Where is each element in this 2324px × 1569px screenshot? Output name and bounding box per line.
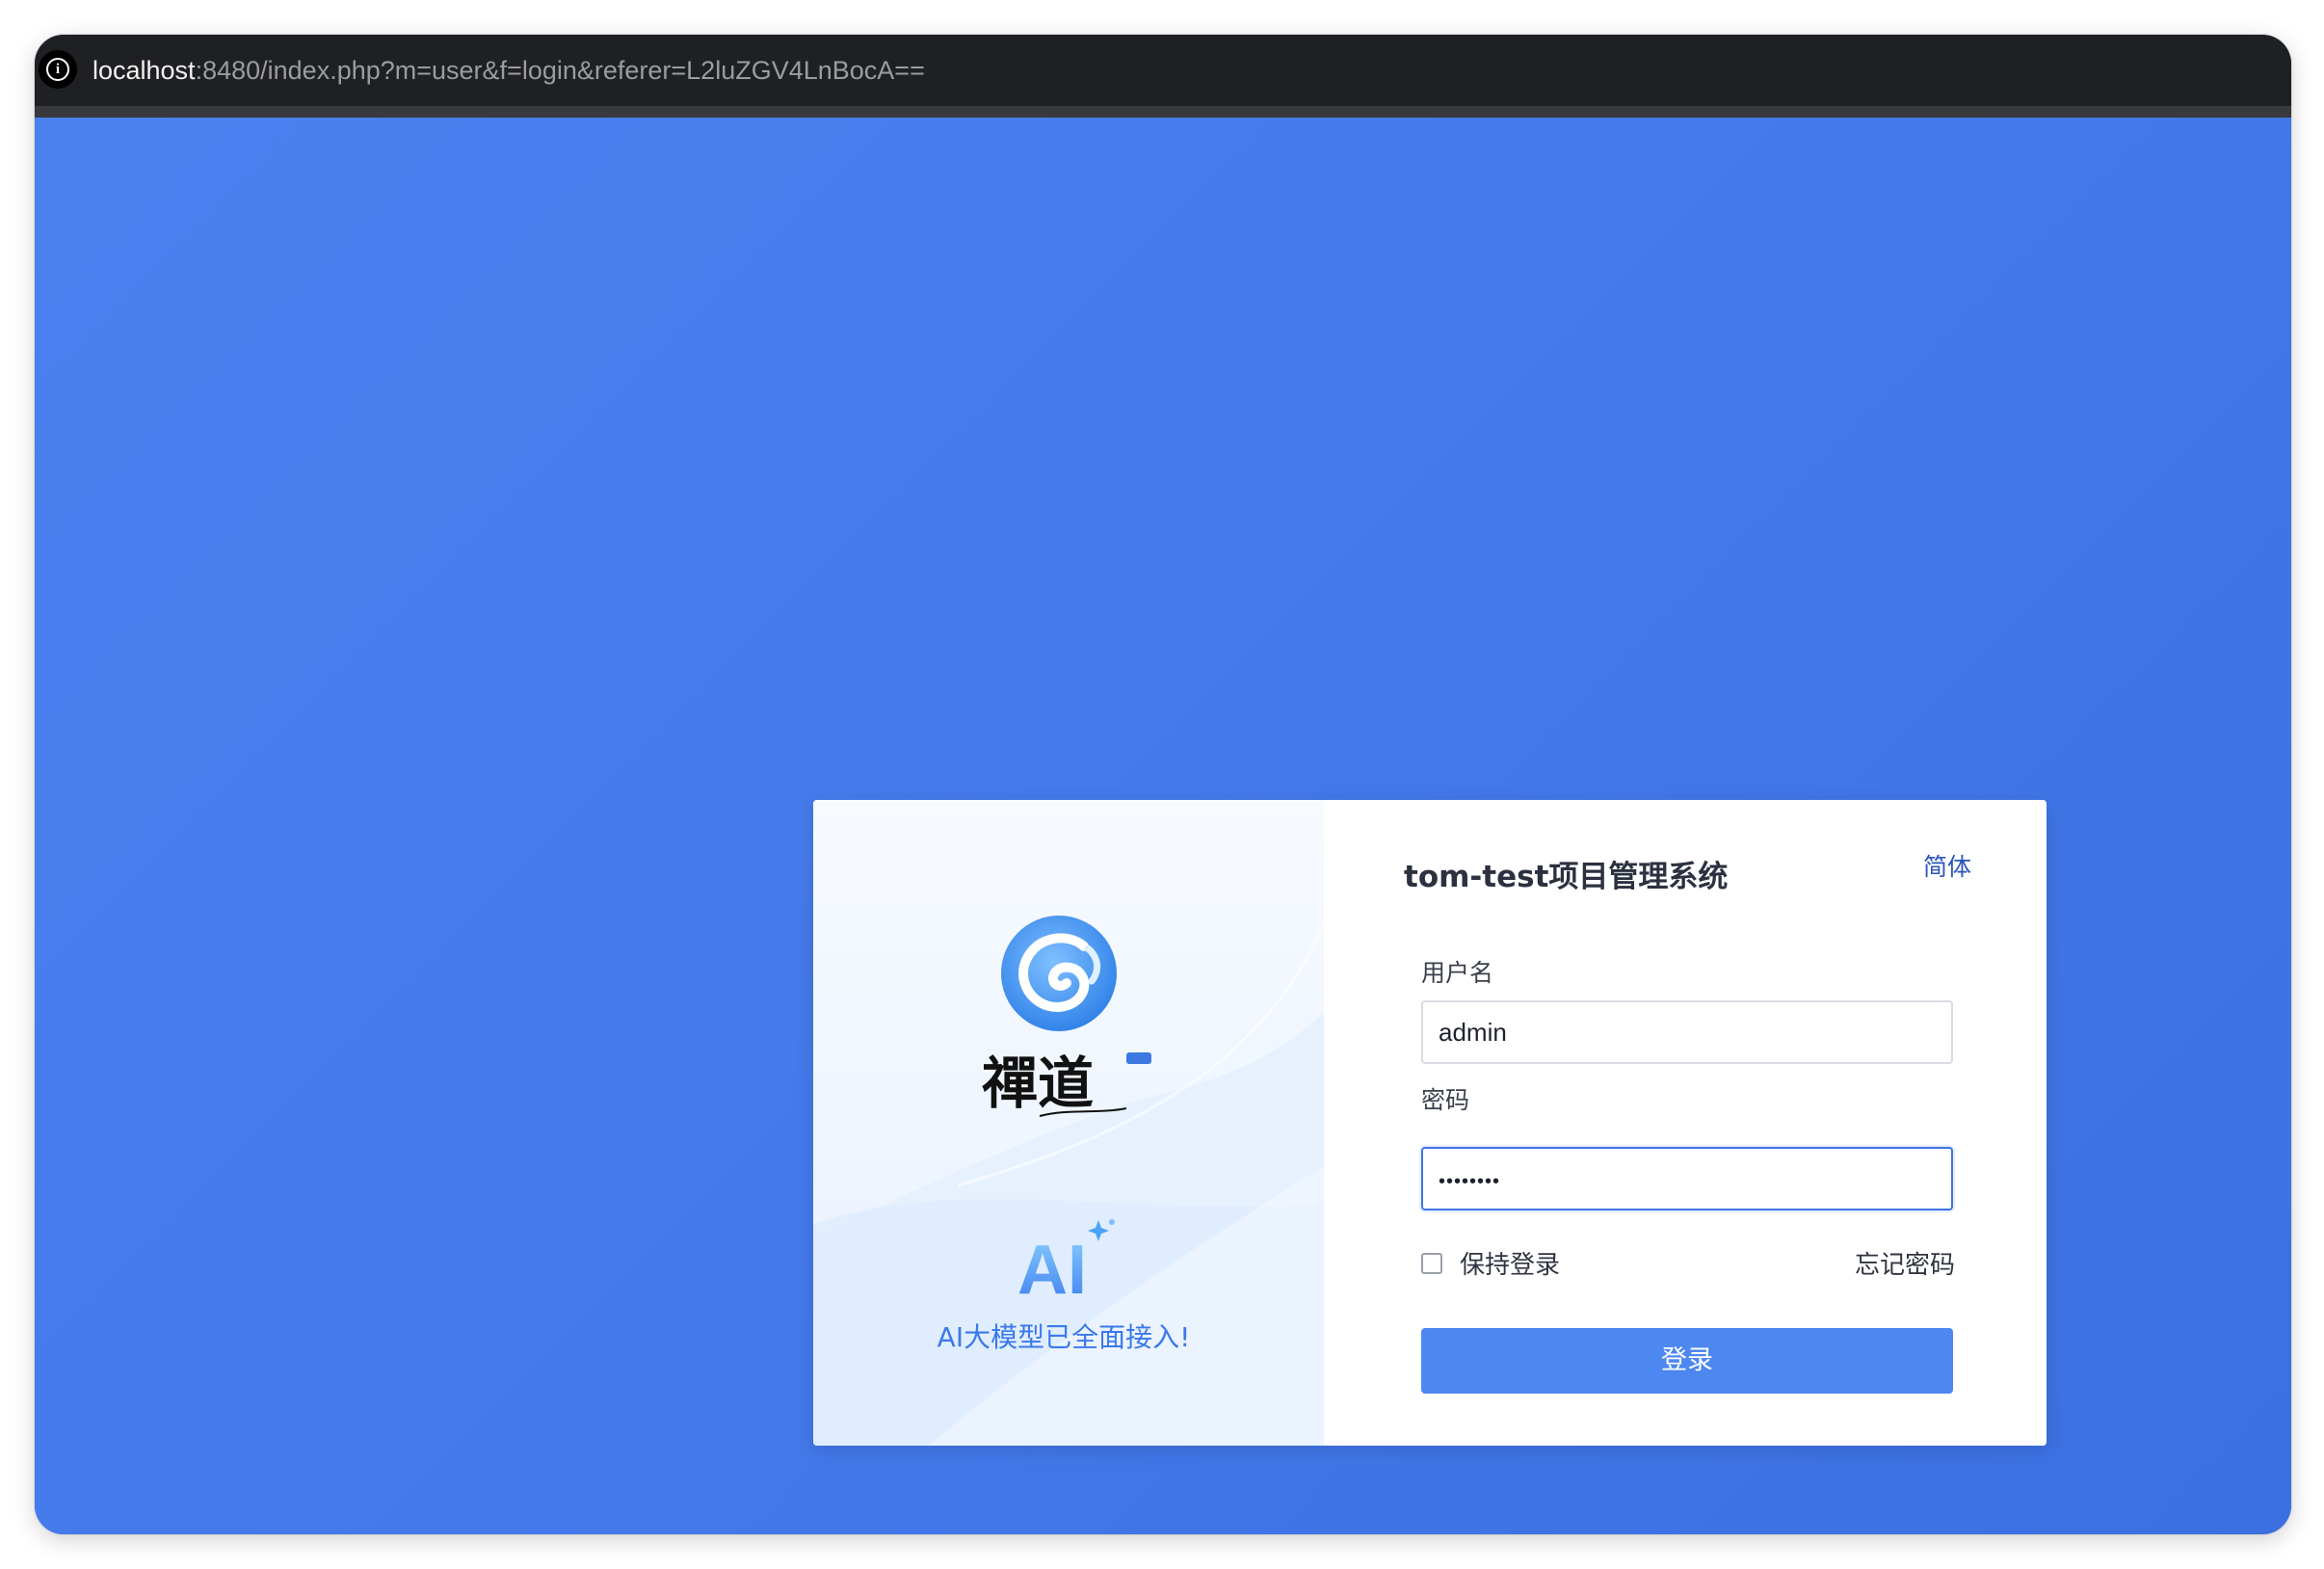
ai-tagline: AI大模型已全面接入! <box>937 1321 1191 1353</box>
remember-label: 保持登录 <box>1460 1251 1561 1280</box>
login-button[interactable]: 登录 <box>1421 1328 1953 1394</box>
svg-text:禪道: 禪道 <box>982 1050 1094 1116</box>
remember-checkbox[interactable] <box>1421 1252 1442 1274</box>
browser-window: i localhost:8480/index.php?m=user&f=logi… <box>35 35 2291 1534</box>
url-host: localhost <box>92 56 196 85</box>
info-glyph: i <box>46 58 69 81</box>
password-value: •••••••• <box>1439 1171 1501 1192</box>
svg-text:AI: AI <box>1017 1232 1087 1301</box>
system-title: tom-test项目管理系统 <box>1404 860 1729 894</box>
username-label: 用户名 <box>1421 959 1494 987</box>
remember-login-toggle[interactable]: 保持登录 <box>1421 1245 1560 1281</box>
toolbar-divider <box>35 106 2291 118</box>
forgot-password-link[interactable]: 忘记密码 <box>1855 1245 1955 1281</box>
login-card: 禪道 AI AI大模型已全面接入! tom-test项目管理系统 简体 用户名 … <box>813 800 2047 1446</box>
login-page: 禪道 AI AI大模型已全面接入! tom-test项目管理系统 简体 用户名 … <box>35 118 2291 1534</box>
username-value: admin <box>1439 1018 1507 1047</box>
zentao-swirl-logo-icon <box>1001 916 1117 1031</box>
brand-panel: 禪道 AI AI大模型已全面接入! <box>813 800 1324 1446</box>
ai-sparkle-icon: AI <box>1017 1219 1115 1301</box>
password-input[interactable]: •••••••• <box>1421 1147 1953 1210</box>
address-bar[interactable]: i localhost:8480/index.php?m=user&f=logi… <box>35 35 2291 118</box>
site-info-icon[interactable]: i <box>39 50 77 89</box>
url-path: :8480/index.php?m=user&f=login&referer=L… <box>195 56 925 85</box>
login-form: tom-test项目管理系统 简体 用户名 admin 密码 •••••••• … <box>1324 800 2047 1446</box>
zentao-wordmark-icon: 禪道 <box>982 1050 1151 1117</box>
url-text[interactable]: localhost:8480/index.php?m=user&f=login&… <box>92 51 925 90</box>
language-switch[interactable]: 简体 <box>1923 848 1971 883</box>
password-label: 密码 <box>1421 1086 1470 1114</box>
username-input[interactable]: admin <box>1421 1000 1953 1064</box>
